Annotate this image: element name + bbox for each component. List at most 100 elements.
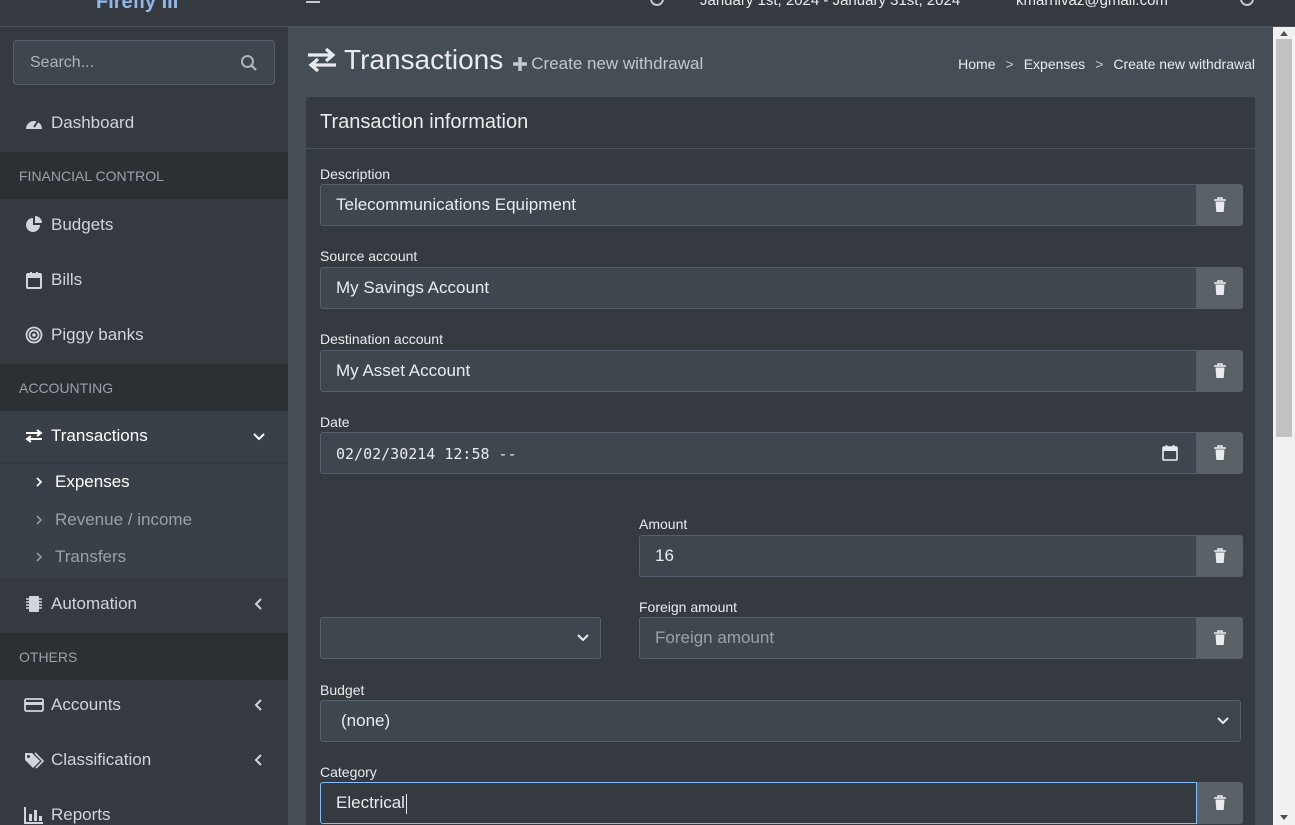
bar-chart-icon (24, 805, 44, 825)
page-subtitle: Create new withdrawal (513, 54, 703, 74)
page-scrollbar[interactable] (1273, 27, 1295, 825)
trash-icon (1214, 445, 1226, 460)
sidebar-header-accounting: ACCOUNTING (0, 364, 288, 411)
trash-icon (1214, 363, 1226, 378)
scroll-up-arrow-icon[interactable] (1280, 31, 1288, 36)
exchange-icon (24, 426, 44, 446)
source-account-label: Source account (320, 248, 418, 264)
breadcrumb-expenses[interactable]: Expenses (1024, 56, 1085, 72)
chevron-left-icon[interactable] (252, 696, 266, 714)
sidebar-item-label: Budgets (51, 215, 114, 234)
credit-card-icon (24, 695, 44, 715)
sidebar-header-financial-control: FINANCIAL CONTROL (0, 152, 288, 199)
top-navbar: Firefly III January 1st, 2024 - January … (0, 0, 1295, 27)
category-label: Category (320, 764, 377, 780)
sidebar-item-accounts[interactable]: Accounts (0, 680, 288, 730)
clear-destination-account-button[interactable] (1197, 350, 1243, 392)
clear-source-account-button[interactable] (1197, 267, 1243, 309)
trash-icon (1214, 548, 1226, 563)
destination-account-input[interactable]: My Asset Account (320, 350, 1197, 392)
sidebar-item-label: Transactions (51, 426, 148, 445)
sidebar-item-label: Transfers (55, 547, 127, 566)
target-icon (24, 325, 44, 345)
description-input[interactable]: Telecommunications Equipment (320, 184, 1197, 226)
chevron-down-icon[interactable] (252, 427, 266, 445)
sidebar-item-transactions[interactable]: Transactions (0, 411, 288, 461)
source-account-input[interactable]: My Savings Account (320, 267, 1197, 309)
plus-icon (513, 57, 528, 71)
clear-description-button[interactable] (1197, 184, 1243, 226)
foreign-amount-label: Foreign amount (639, 599, 738, 615)
sidebar-item-budgets[interactable]: Budgets (0, 200, 288, 250)
brand-logo[interactable]: Firefly III (96, 0, 178, 14)
breadcrumb-current: Create new withdrawal (1113, 56, 1255, 72)
breadcrumb-home[interactable]: Home (958, 56, 995, 72)
category-input[interactable]: Electrical (320, 782, 1197, 824)
sidebar-item-label: Reports (51, 805, 111, 824)
breadcrumb-separator: > (1005, 56, 1014, 72)
amount-input[interactable]: 16 (639, 535, 1197, 577)
sidebar-item-transfers[interactable]: Transfers (0, 539, 288, 575)
sidebar-item-label: Piggy banks (51, 325, 144, 344)
description-label: Description (320, 166, 391, 182)
search-input[interactable]: Search... (30, 54, 94, 72)
page-title: Transactions (344, 44, 504, 75)
user-email[interactable]: kmarnivaz@gmail.com (1016, 0, 1168, 9)
text-cursor (405, 793, 407, 814)
date-range-picker[interactable]: January 1st, 2024 - January 31st, 2024 (700, 0, 960, 9)
date-input[interactable]: 02/02/30214 12:58 -- (320, 432, 1197, 474)
foreign-amount-input[interactable]: Foreign amount (639, 617, 1197, 659)
sidebar-item-bills[interactable]: Bills (0, 255, 288, 305)
chevron-down-icon (1217, 717, 1229, 725)
sidebar-item-dashboard[interactable]: Dashboard (0, 98, 288, 148)
trash-icon (1214, 280, 1226, 295)
microchip-icon (24, 594, 44, 614)
destination-account-label: Destination account (320, 331, 443, 347)
clear-amount-button[interactable] (1197, 535, 1243, 577)
sidebar-item-label: Expenses (55, 472, 130, 491)
calendar-icon (24, 270, 44, 290)
transactions-submenu: Expenses Revenue / income Transfers (0, 464, 288, 578)
sidebar-item-label: Accounts (51, 695, 121, 714)
amount-label: Amount (639, 516, 688, 532)
clear-date-button[interactable] (1197, 432, 1243, 474)
menu-toggle-icon[interactable] (306, 0, 320, 3)
search-icon[interactable] (240, 54, 258, 72)
foreign-currency-select[interactable] (320, 617, 601, 659)
clear-foreign-amount-button[interactable] (1197, 617, 1243, 659)
sidebar: Search... Dashboard FINANCIAL CONTROL Bu… (0, 27, 288, 825)
sidebar-search[interactable]: Search... (13, 40, 275, 85)
calendar-picker-icon[interactable] (1162, 444, 1178, 461)
trash-icon (1214, 197, 1226, 212)
scroll-down-arrow-icon[interactable] (1280, 815, 1288, 820)
sidebar-item-label: Bills (51, 270, 83, 289)
sidebar-item-revenue-income[interactable]: Revenue / income (0, 502, 288, 538)
dashboard-icon (24, 113, 44, 133)
sidebar-item-label: Classification (51, 750, 152, 769)
chevron-down-icon (577, 634, 589, 642)
sidebar-item-piggy-banks[interactable]: Piggy banks (0, 310, 288, 360)
sidebar-item-label: Revenue / income (55, 510, 193, 529)
pie-chart-icon (24, 215, 44, 235)
user-icon[interactable] (1240, 0, 1254, 6)
chevron-right-icon (36, 552, 43, 562)
tags-icon (24, 750, 44, 770)
clear-category-button[interactable] (1197, 782, 1243, 824)
transaction-info-card: Transaction information Description Tele… (306, 97, 1255, 825)
chevron-left-icon[interactable] (252, 751, 266, 769)
sidebar-item-reports[interactable]: Reports (0, 790, 288, 825)
breadcrumb-separator: > (1095, 56, 1104, 72)
card-title: Transaction information (306, 97, 1255, 149)
chevron-left-icon[interactable] (252, 595, 266, 613)
breadcrumb: Home > Expenses > Create new withdrawal (958, 56, 1255, 72)
budget-select[interactable]: (none) (320, 700, 1241, 742)
sidebar-item-classification[interactable]: Classification (0, 735, 288, 785)
sidebar-item-automation[interactable]: Automation (0, 579, 288, 629)
calendar-icon[interactable] (650, 0, 664, 6)
sidebar-item-expenses[interactable]: Expenses (0, 464, 288, 500)
chevron-right-icon (36, 477, 43, 487)
page-subtitle-text: Create new withdrawal (531, 54, 704, 73)
scrollbar-thumb[interactable] (1276, 39, 1292, 437)
trash-icon (1214, 630, 1226, 645)
sidebar-item-label: Automation (51, 594, 137, 613)
